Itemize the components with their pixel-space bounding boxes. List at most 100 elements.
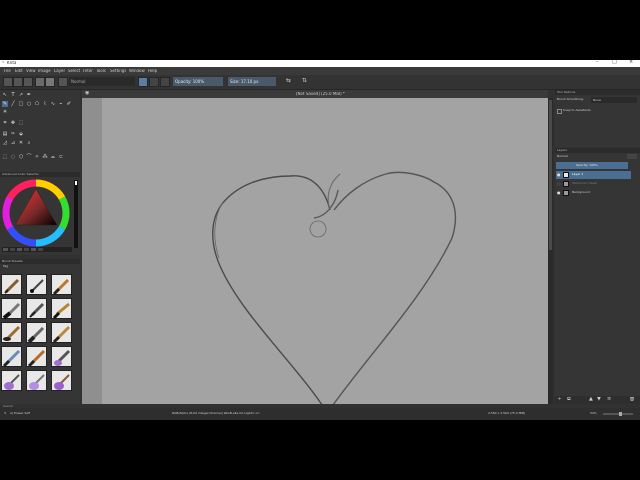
layer-blend-mode[interactable]: Normal <box>557 155 568 158</box>
brush-preset-item[interactable] <box>1 274 22 295</box>
freehand-select-icon[interactable]: ⌒ <box>26 154 32 160</box>
menu-view[interactable]: View <box>26 69 36 73</box>
new-document-button[interactable] <box>3 77 13 87</box>
canvas-scrollbar[interactable] <box>548 98 553 404</box>
freehand-path-icon[interactable]: ⌁ <box>58 101 64 107</box>
menu-edit[interactable]: Edit <box>15 69 23 73</box>
canvas-tab-title[interactable]: [Not Saved] (25.0 MiB) * <box>296 92 345 96</box>
text-tool-icon[interactable]: T <box>10 92 16 98</box>
polyline-tool-icon[interactable]: ⌇ <box>42 101 48 107</box>
size-slider[interactable]: Size: 17.10 px <box>228 77 276 86</box>
brush-preset-item[interactable] <box>26 298 47 319</box>
brush-preset-item[interactable] <box>26 346 47 368</box>
rect-select-icon[interactable]: ⬚ <box>2 154 8 160</box>
brush-preset-item[interactable] <box>26 322 47 344</box>
blend-mode-select[interactable]: Normal <box>69 77 135 86</box>
select-shapes-icon[interactable]: ↖ <box>2 92 8 98</box>
color-triangle[interactable] <box>15 189 57 225</box>
transform-tool-icon[interactable]: ⬚ <box>18 120 24 126</box>
delete-layer-icon[interactable]: 🗑 <box>629 397 635 402</box>
brush-preset-item[interactable] <box>1 298 22 320</box>
gradient-button[interactable] <box>35 77 45 87</box>
brush-preset-item[interactable] <box>26 370 47 391</box>
similar-select-icon[interactable]: ⁂ <box>42 154 48 160</box>
move-down-icon[interactable]: ▼ <box>597 397 601 402</box>
color-picker-icon[interactable]: ✑ <box>10 131 16 137</box>
brush-preset-item[interactable] <box>1 370 22 391</box>
edit-shapes-icon[interactable]: ↗ <box>18 92 24 98</box>
minimize-icon[interactable]: – <box>596 60 599 65</box>
line-tool-icon[interactable]: ╱ <box>10 101 16 107</box>
brush-preset-item[interactable] <box>51 274 72 296</box>
color-wheel[interactable] <box>0 177 80 255</box>
rectangle-tool-icon[interactable]: □ <box>18 101 24 107</box>
layer-properties-icon[interactable]: ≡ <box>607 397 611 402</box>
reload-preset-button[interactable] <box>160 77 170 87</box>
ellipse-select-icon[interactable]: ◌ <box>10 154 16 160</box>
save-document-button[interactable] <box>23 77 33 87</box>
zoom-tool-icon[interactable]: ⌕ <box>26 140 32 146</box>
menu-layer[interactable]: Layer <box>54 69 65 73</box>
brush-smoothing-select[interactable]: None <box>591 97 637 103</box>
duplicate-layer-icon[interactable]: ⧉ <box>567 397 571 402</box>
visibility-eye-icon[interactable]: ● <box>557 173 561 177</box>
brush-preset-item[interactable] <box>51 346 72 367</box>
brush-preset-button[interactable] <box>58 77 68 87</box>
multibrush-icon[interactable]: ✳ <box>2 109 8 115</box>
brush-preset-item[interactable] <box>1 346 22 368</box>
opacity-slider[interactable]: Opacity: 100% <box>173 77 223 86</box>
zoom-level[interactable]: 34% <box>590 412 597 415</box>
assistant-tool-icon[interactable]: ◿ <box>2 140 8 146</box>
menu-file[interactable]: File <box>4 69 11 73</box>
canvas-viewport[interactable] <box>82 98 548 404</box>
layer-row-1[interactable]: ● Layer 1 <box>556 171 631 179</box>
preserve-alpha-button[interactable] <box>149 77 159 87</box>
close-icon[interactable]: × <box>629 60 633 65</box>
menu-filter[interactable]: Filter <box>83 69 93 73</box>
eraser-toggle-button[interactable] <box>138 77 148 87</box>
menu-image[interactable]: Image <box>38 69 51 73</box>
menu-tools[interactable]: Tools <box>96 69 106 73</box>
brush-preset-item[interactable] <box>51 370 72 391</box>
polygon-tool-icon[interactable]: ⬠ <box>34 101 40 107</box>
brush-preset-item[interactable] <box>51 322 72 344</box>
poly-select-icon[interactable]: ⬡ <box>18 154 24 160</box>
calligraphy-icon[interactable]: ✒ <box>26 92 32 98</box>
dynamic-brush-icon[interactable]: ✐ <box>66 101 72 107</box>
add-layer-icon[interactable]: ＋ <box>557 397 562 402</box>
reference-tool-icon[interactable]: ✕ <box>18 140 24 146</box>
menu-select[interactable]: Select <box>68 69 80 73</box>
fill-tool-icon[interactable]: ⬙ <box>18 131 24 137</box>
snap-checkbox[interactable] <box>557 109 562 114</box>
brush-preset-item[interactable] <box>1 322 22 343</box>
bezier-tool-icon[interactable]: ∿ <box>50 101 56 107</box>
move-up-icon[interactable]: ▲ <box>589 397 593 402</box>
move-tool-icon[interactable]: ✥ <box>10 120 16 126</box>
visibility-eye-icon[interactable]: ● <box>557 191 561 195</box>
layer-filter-button[interactable] <box>627 154 637 159</box>
menu-settings[interactable]: Settings <box>110 69 126 73</box>
bezier-select-icon[interactable]: ⌓ <box>50 154 56 160</box>
gradient-tool-icon[interactable]: ▤ <box>2 131 8 137</box>
crop-tool-icon[interactable]: ⌗ <box>2 120 8 126</box>
contiguous-select-icon[interactable]: ✧ <box>34 154 40 160</box>
layer-row-3[interactable]: ● Background <box>556 189 631 197</box>
zoom-slider-handle[interactable] <box>619 412 622 416</box>
maximize-icon[interactable]: □ <box>612 60 617 65</box>
layer-row-2[interactable]: ○ Watercolor Wash <box>556 180 631 188</box>
brush-preset-item[interactable] <box>26 274 47 295</box>
measure-tool-icon[interactable]: ⊿ <box>10 140 16 146</box>
brush-preset-item[interactable] <box>51 298 72 320</box>
mirror-horizontal-icon[interactable]: ⇆ <box>286 78 291 84</box>
freehand-brush-icon[interactable]: ✎ <box>2 101 8 107</box>
open-document-button[interactable] <box>13 77 23 87</box>
layer-opacity-slider[interactable]: Opacity: 100% <box>556 162 628 169</box>
ellipse-tool-icon[interactable]: ○ <box>26 101 32 107</box>
magnetic-select-icon[interactable]: ⊂ <box>58 154 64 160</box>
pattern-button[interactable] <box>45 77 55 87</box>
mirror-vertical-icon[interactable]: ⇅ <box>302 78 307 84</box>
visibility-eye-icon[interactable]: ○ <box>557 182 561 186</box>
menu-help[interactable]: Help <box>148 69 157 73</box>
canvas-document[interactable] <box>102 98 548 404</box>
menu-window[interactable]: Window <box>129 69 145 73</box>
